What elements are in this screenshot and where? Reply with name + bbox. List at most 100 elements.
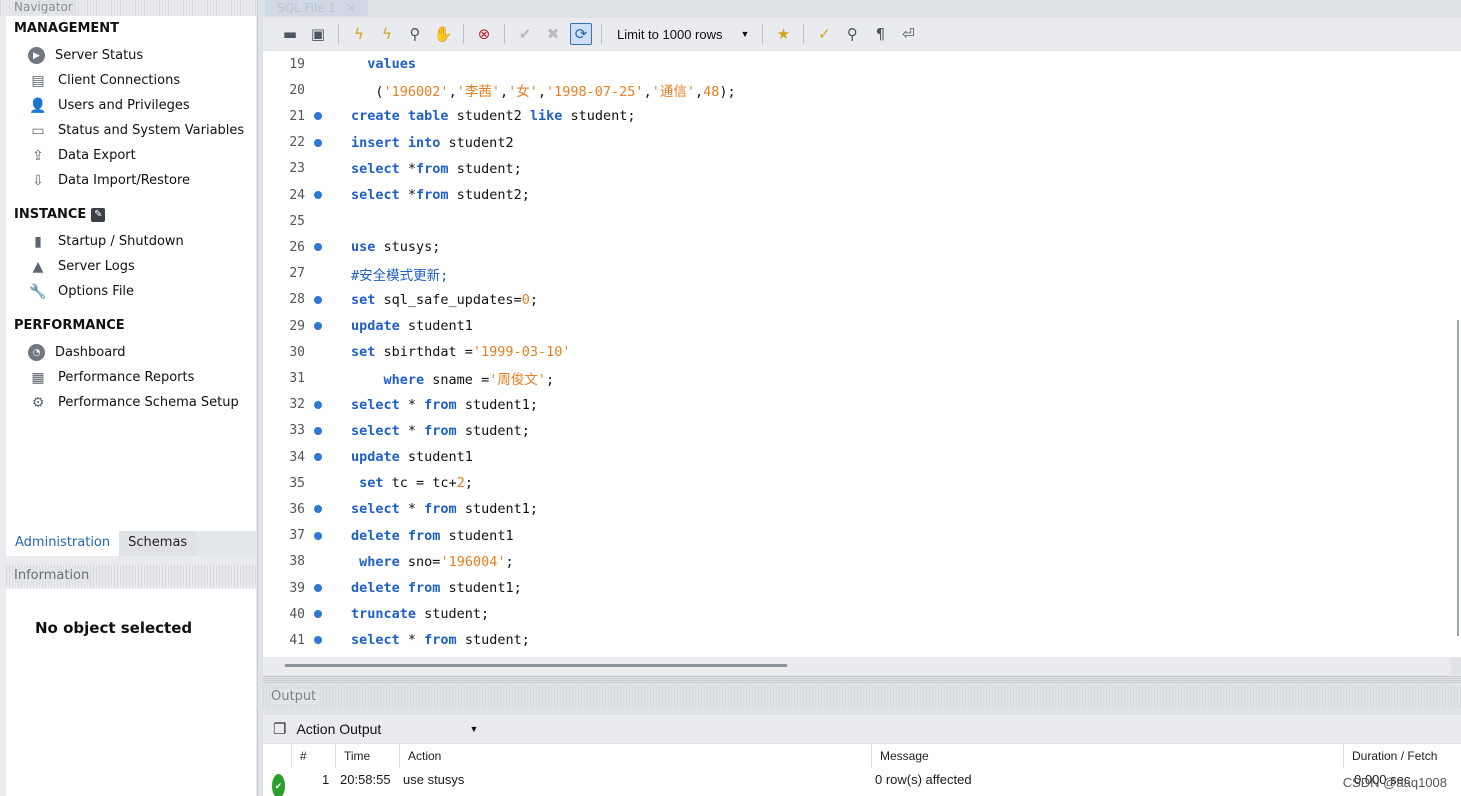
statement-marker-icon	[314, 453, 322, 461]
nav-dashboard[interactable]: ◔ Dashboard	[28, 340, 126, 365]
code-line[interactable]: 39 delete from student1;	[263, 575, 1451, 601]
separator	[762, 24, 764, 44]
nav-data-export[interactable]: ⇪ Data Export	[28, 143, 136, 168]
user-icon: 👤	[29, 97, 47, 114]
execute-current-icon[interactable]: ϟ	[376, 23, 398, 45]
vertical-scrollbar[interactable]	[1451, 51, 1461, 657]
vertical-scroll-thumb[interactable]	[1457, 320, 1459, 636]
code-line[interactable]: 19 values	[263, 51, 1451, 77]
code-line[interactable]: 37 delete from student1	[263, 523, 1451, 549]
rollback-icon[interactable]: ✖	[542, 23, 564, 45]
code-line[interactable]: 21 create table student2 like student;	[263, 103, 1451, 129]
horizontal-scroll-thumb[interactable]	[285, 664, 787, 667]
code-line[interactable]: 31 where sname ='周俊文';	[263, 365, 1451, 391]
code-line[interactable]: 34 update student1	[263, 444, 1451, 470]
line-number: 34	[289, 449, 305, 465]
tab-schemas[interactable]: Schemas	[119, 531, 197, 556]
instance-wrench-icon: ✎	[91, 207, 106, 222]
code-line[interactable]: 22 insert into student2	[263, 130, 1451, 156]
code-text: update student1	[351, 318, 473, 334]
code-line[interactable]: 32 select * from student1;	[263, 392, 1451, 418]
code-text: #安全模式更新;	[351, 267, 449, 284]
output-type-select[interactable]: Action Output ▼	[296, 721, 480, 737]
code-line[interactable]: 38 where sno='196004';	[263, 549, 1451, 575]
autocommit-icon[interactable]: ⟳	[570, 23, 592, 45]
word-wrap-icon[interactable]: ⏎	[897, 23, 919, 45]
col-time[interactable]: Time	[335, 744, 399, 768]
code-line[interactable]: 30 set sbirthdat ='1999-03-10'	[263, 339, 1451, 365]
code-text: set sql_safe_updates=0;	[351, 291, 538, 308]
code-line[interactable]: 24 select *from student2;	[263, 182, 1451, 208]
commit-icon[interactable]: ✔	[514, 23, 536, 45]
code-line[interactable]: 35 set tc = tc+2;	[263, 470, 1451, 496]
nav-options-file[interactable]: 🔧 Options File	[28, 279, 134, 304]
table-row[interactable]: ✔ 1 20:58:55 use stusys 0 row(s) affecte…	[263, 768, 1461, 796]
nav-schema-setup[interactable]: ⚙ Performance Schema Setup	[28, 390, 239, 415]
find-icon[interactable]: ⚲	[841, 23, 863, 45]
open-folder-icon[interactable]: ▬	[279, 23, 301, 45]
error-toggle-icon[interactable]: ⊗	[473, 23, 495, 45]
execute-lightning-icon[interactable]: ϟ	[348, 23, 370, 45]
col-num[interactable]: #	[291, 744, 335, 768]
limit-rows-select[interactable]: Limit to 1000 rows ▼	[611, 27, 753, 42]
statement-marker-icon	[314, 610, 322, 619]
tab-sql-file[interactable]: SQL File 1 ✕	[265, 0, 369, 16]
tab-administration[interactable]: Administration	[6, 531, 120, 556]
output-header: Output	[263, 686, 1461, 708]
line-number: 27	[289, 266, 305, 282]
management-title: MANAGEMENT	[14, 21, 120, 36]
code-line[interactable]: 25	[263, 208, 1451, 234]
stop-hand-icon[interactable]: ✋	[432, 23, 454, 45]
nav-server-logs[interactable]: ▲ Server Logs	[28, 254, 135, 279]
save-icon[interactable]: ▣	[307, 23, 329, 45]
beautify-brush-icon[interactable]: ✓	[813, 23, 835, 45]
nav-data-import[interactable]: ⇩ Data Import/Restore	[28, 168, 190, 193]
separator	[504, 24, 505, 44]
close-icon[interactable]: ✕	[346, 1, 356, 15]
statement-marker-icon	[314, 243, 322, 252]
nav-performance-reports[interactable]: ▦ Performance Reports	[28, 365, 194, 390]
information-panel: No object selected	[6, 589, 256, 796]
line-number: 30	[289, 344, 305, 360]
code-line[interactable]: 29 update student1	[263, 313, 1451, 339]
navigator-list: MANAGEMENT ▶ Server Status ▤ Client Connec…	[6, 16, 256, 531]
code-line[interactable]: 28 set sql_safe_updates=0;	[263, 287, 1451, 313]
sql-editor[interactable]: 19 values 20 ('196002','李茜','女','1998-07-…	[263, 51, 1451, 657]
code-line[interactable]: 33 select * from student;	[263, 418, 1451, 444]
code-text: create table student2 like student;	[351, 108, 636, 125]
code-text: set tc = tc+2;	[359, 475, 473, 492]
code-line[interactable]: 41 select * from student;	[263, 627, 1451, 653]
code-text: update student1	[351, 449, 473, 465]
statement-marker-icon	[314, 584, 322, 592]
nav-startup-shutdown[interactable]: ▮ Startup / Shutdown	[28, 229, 184, 254]
nav-client-connections[interactable]: ▤ Client Connections	[28, 68, 180, 93]
add-snippet-star-icon[interactable]: ★	[772, 23, 794, 45]
nav-users-privileges[interactable]: 👤 Users and Privileges	[28, 93, 189, 118]
nav-server-status[interactable]: ▶ Server Status	[28, 43, 143, 68]
col-action[interactable]: Action	[399, 744, 871, 768]
statement-marker-icon	[314, 191, 322, 199]
invisible-chars-icon[interactable]: ¶	[869, 23, 891, 45]
code-text: delete from student1;	[351, 580, 522, 596]
horizontal-scrollbar[interactable]	[263, 657, 1451, 675]
col-message[interactable]: Message	[871, 744, 1343, 768]
line-number: 21	[289, 108, 305, 124]
code-line[interactable]: 20 ('196002','李茜','女','1998-07-25','通信',…	[263, 77, 1451, 103]
copy-icon[interactable]: ❐	[273, 720, 286, 738]
line-number: 24	[289, 187, 305, 203]
line-number: 36	[289, 501, 305, 517]
explain-magnifier-icon[interactable]: ⚲	[404, 23, 426, 45]
gauge-icon: ◔	[28, 344, 45, 361]
code-line[interactable]: 27 #安全模式更新;	[263, 261, 1451, 287]
panel-splitter[interactable]	[263, 675, 1461, 683]
col-duration[interactable]: Duration / Fetch	[1343, 744, 1461, 768]
code-line[interactable]: 40 truncate student;	[263, 601, 1451, 627]
code-text: select *from student;	[351, 160, 522, 177]
statement-marker-icon	[314, 426, 322, 435]
code-line[interactable]: 23 select *from student;	[263, 156, 1451, 182]
row-time: 20:58:55	[340, 772, 391, 787]
code-line[interactable]: 26 use stusys;	[263, 234, 1451, 260]
nav-status-variables[interactable]: ▭ Status and System Variables	[28, 118, 244, 143]
code-line[interactable]: 36 select * from student1;	[263, 496, 1451, 522]
navigator-title: Navigator	[14, 0, 75, 14]
